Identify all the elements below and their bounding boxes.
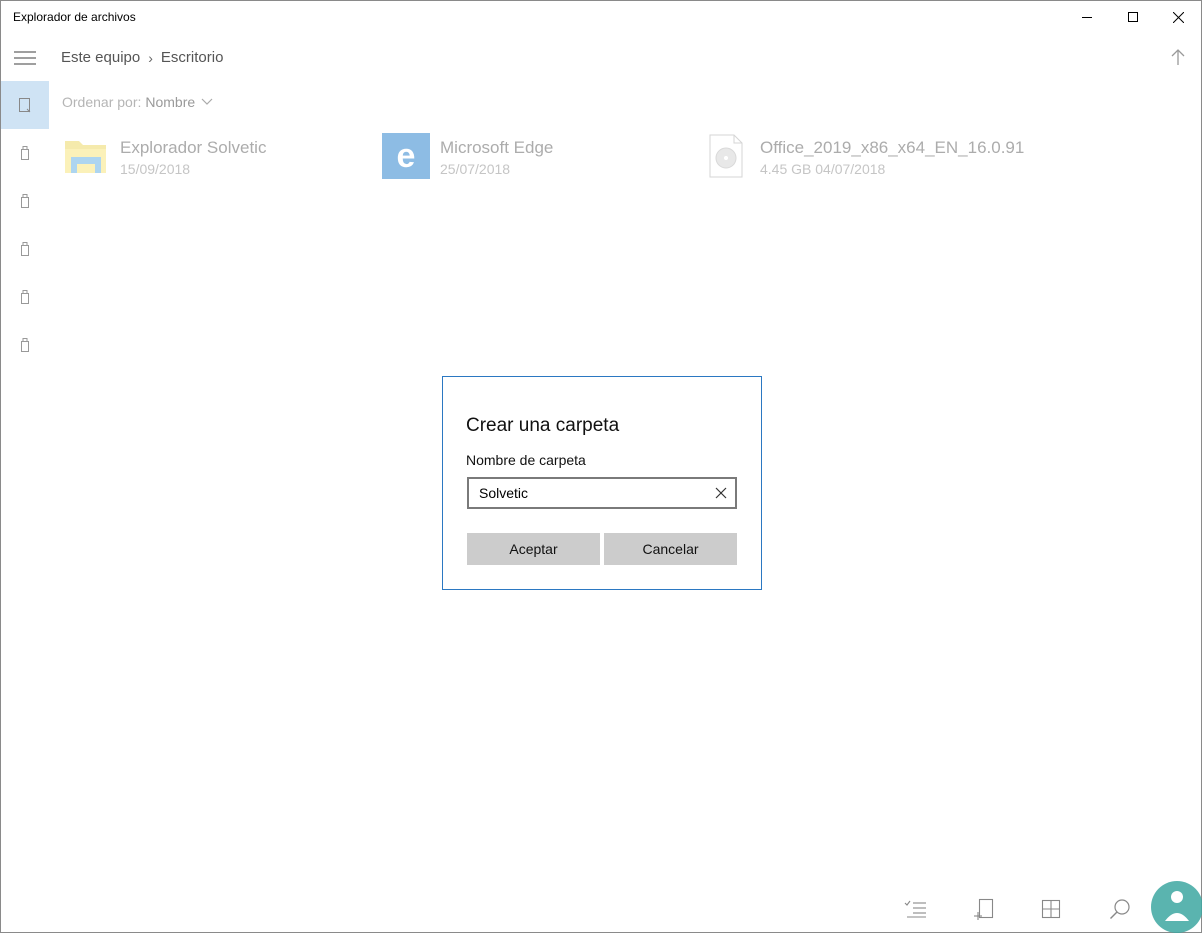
- file-name: Microsoft Edge: [440, 138, 554, 157]
- create-folder-dialog: Crear una carpeta Nombre de carpeta Acep…: [442, 376, 762, 590]
- file-explorer-window: Explorador de archivos Este equipo › Esc…: [0, 0, 1202, 933]
- folder-name-field: [467, 477, 737, 509]
- usb-drive-icon: [21, 338, 29, 352]
- chevron-down-icon: [201, 98, 213, 105]
- file-item[interactable]: Office_2019_x86_x64_EN_16.0.91 4.45 GB 0…: [702, 131, 1024, 183]
- file-meta: 4.45 GB 04/07/2018: [760, 161, 886, 177]
- sidebar-item-drive-1[interactable]: [1, 129, 49, 177]
- usb-drive-icon: [21, 242, 29, 256]
- close-icon: [1172, 11, 1184, 23]
- sidebar-item-drive-3[interactable]: [1, 225, 49, 273]
- cancel-button[interactable]: Cancelar: [604, 533, 737, 565]
- sort-selector[interactable]: Ordenar por: Nombre: [62, 94, 213, 110]
- maximize-button[interactable]: [1110, 1, 1156, 33]
- close-button[interactable]: [1155, 1, 1201, 33]
- usb-drive-icon: [21, 290, 29, 304]
- edge-icon: e: [382, 131, 430, 181]
- file-item[interactable]: e Microsoft Edge 25/07/2018: [382, 131, 553, 183]
- disc-image-icon: [702, 131, 750, 179]
- sidebar-item-tablet[interactable]: [1, 81, 49, 129]
- watermark-logo: [1151, 881, 1202, 933]
- folder-icon: [62, 131, 110, 179]
- dialog-title: Crear una carpeta: [466, 415, 620, 436]
- sidebar-item-drive-5[interactable]: [1, 321, 49, 369]
- sidebar-item-drive-2[interactable]: [1, 177, 49, 225]
- sort-label: Ordenar por:: [62, 94, 142, 110]
- breadcrumb-item-este-equipo[interactable]: Este equipo: [61, 49, 140, 66]
- accept-button[interactable]: Aceptar: [467, 533, 600, 565]
- title-bar: Explorador de archivos: [1, 1, 1201, 33]
- sort-value: Nombre: [145, 94, 196, 110]
- view-button[interactable]: [1039, 897, 1063, 921]
- tablet-icon: [19, 98, 31, 113]
- menu-button[interactable]: [13, 49, 37, 67]
- file-item[interactable]: Explorador Solvetic 15/09/2018: [62, 131, 266, 183]
- minimize-button[interactable]: [1064, 1, 1110, 33]
- folder-name-input[interactable]: [469, 479, 709, 507]
- file-meta: 15/09/2018: [120, 161, 191, 177]
- hamburger-icon: [14, 51, 36, 65]
- breadcrumb-item-escritorio[interactable]: Escritorio: [161, 49, 224, 66]
- clear-input-icon[interactable]: [715, 487, 727, 499]
- search-button[interactable]: [1108, 897, 1132, 921]
- folder-name-label: Nombre de carpeta: [466, 452, 586, 468]
- breadcrumb: Este equipo › Escritorio: [61, 49, 223, 66]
- file-meta: 25/07/2018: [440, 161, 511, 177]
- svg-text:e: e: [397, 137, 416, 175]
- grid-view-icon: [1041, 899, 1061, 919]
- up-button[interactable]: [1168, 47, 1188, 67]
- select-list-icon: [904, 900, 926, 918]
- maximize-icon: [1128, 12, 1138, 22]
- new-button[interactable]: [973, 897, 997, 921]
- up-arrow-icon: [1171, 49, 1185, 65]
- minimize-icon: [1082, 17, 1092, 18]
- usb-drive-icon: [21, 146, 29, 160]
- sidebar: [1, 81, 49, 381]
- file-name: Office_2019_x86_x64_EN_16.0.91: [760, 138, 1025, 157]
- search-icon: [1110, 899, 1130, 919]
- new-item-icon: [974, 898, 994, 920]
- breadcrumb-separator: ›: [148, 49, 153, 66]
- file-name: Explorador Solvetic: [120, 138, 267, 157]
- usb-drive-icon: [21, 194, 29, 208]
- app-title: Explorador de archivos: [13, 10, 136, 24]
- select-button[interactable]: [904, 897, 928, 921]
- sidebar-item-drive-4[interactable]: [1, 273, 49, 321]
